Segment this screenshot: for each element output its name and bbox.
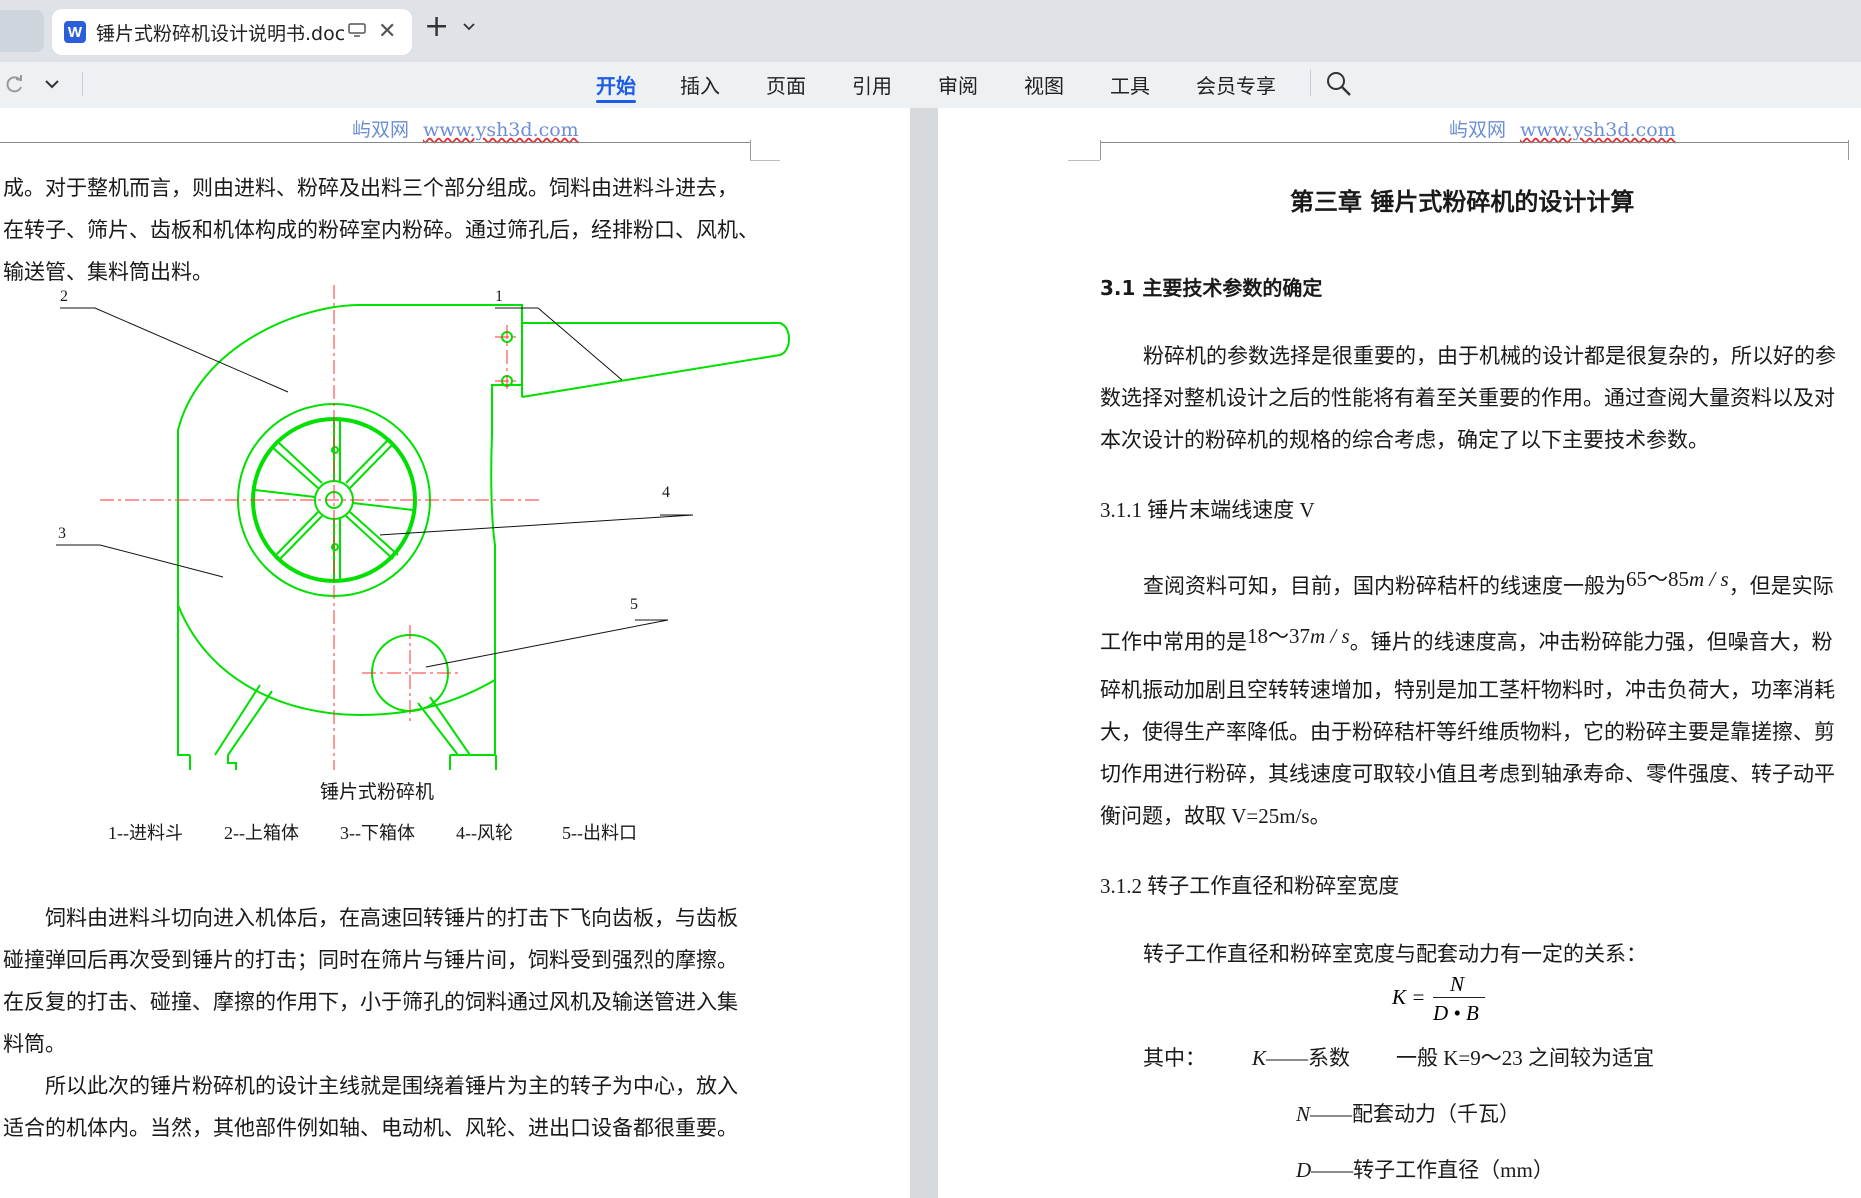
formula-lhs: K =: [1392, 985, 1426, 1009]
body-text: 所以此次的锤片粉碎机的设计主线就是围绕着锤片为主的转子为中心，放入: [45, 1074, 738, 1098]
body-text: 在反复的打击、碰撞、摩擦的作用下，小于筛孔的饲料通过风机及输送管进入集: [3, 990, 738, 1014]
body-text: 粉碎机的参数选择是很重要的，由于机械的设计都是很复杂的，所以好的参: [1143, 344, 1836, 368]
body-text: 大，使得生产率降低。由于粉碎秸杆等纤维质物料，它的粉碎主要是靠搓擦、剪: [1100, 720, 1835, 744]
callout-label: 5: [630, 596, 638, 613]
divider: [82, 72, 83, 96]
ribbon-bar: [0, 62, 1861, 108]
body-text: 工作中常用的是18～37m / s。锤片的线速度高，冲击粉碎能力强，但噪音大，粉: [1100, 624, 1833, 654]
screen-icon[interactable]: [348, 23, 366, 37]
tab-title: 锤片式粉碎机设计说明书.doc: [96, 22, 346, 45]
where-n: N——配套动力（千瓦）: [1296, 1102, 1521, 1126]
section-heading: 3.1.2 转子工作直径和粉碎室宽度: [1100, 874, 1400, 898]
word-doc-icon: W: [64, 21, 86, 43]
body-text: 本次设计的粉碎机的规格的综合考虑，确定了以下主要技术参数。: [1100, 428, 1709, 452]
formula-denominator: D • B: [1433, 1001, 1479, 1025]
section-heading: 3.1.1 锤片末端线速度 V: [1100, 498, 1315, 522]
margin-mark: [750, 140, 751, 160]
active-tab-indicator: [596, 100, 636, 103]
body-text: 在转子、筛片、齿板和机体构成的粉碎室内粉碎。通过筛孔后，经排粉口、风机、: [3, 218, 759, 242]
where-d: D——转子工作直径（mm）: [1296, 1158, 1554, 1182]
body-text: 输送管、集料筒出料。: [3, 260, 213, 284]
previous-tab[interactable]: [0, 10, 44, 52]
where-label: 其中：: [1143, 1046, 1206, 1070]
document-tab[interactable]: W 锤片式粉碎机设计说明书.doc ✕: [52, 9, 412, 55]
body-text: 料筒。: [3, 1032, 66, 1056]
body-text: 转子工作直径和粉碎室宽度与配套动力有一定的关系：: [1143, 942, 1647, 966]
page-header-left: 屿双网 www.ysh3d.com: [352, 119, 579, 141]
callout-label: 2: [60, 288, 68, 305]
chevron-down-icon[interactable]: [462, 20, 476, 34]
figure-legend-item: 5--出料口: [562, 823, 637, 843]
figure-legend-item: 1--进料斗: [108, 823, 183, 843]
body-text: 查阅资料可知，目前，国内粉碎秸杆的线速度一般为65～85m / s，但是实际: [1143, 567, 1834, 598]
body-text: 衡问题，故取 V=25m/s。: [1100, 804, 1331, 828]
callout-label: 1: [495, 288, 503, 305]
close-icon[interactable]: ✕: [378, 19, 396, 44]
menu-tools[interactable]: 工具: [1110, 70, 1150, 99]
margin-mark: [1848, 140, 1849, 160]
body-text: 成。对于整机而言，则由进料、粉碎及出料三个部分组成。饲料由进料斗进去，: [3, 176, 738, 200]
body-text: 数选择对整机设计之后的性能将有着至关重要的作用。通过查阅大量资料以及对: [1100, 386, 1835, 410]
header-line: [0, 142, 750, 143]
callout-label: 4: [662, 484, 670, 501]
figure-legend-item: 4--风轮: [456, 823, 513, 843]
body-text: 适合的机体内。当然，其他部件例如轴、电动机、风轮、进出口设备都很重要。: [3, 1116, 738, 1140]
menu-references[interactable]: 引用: [852, 70, 892, 99]
margin-mark: [1068, 160, 1100, 161]
chapter-title: 第三章 锤片式粉碎机的设计计算: [1290, 188, 1635, 216]
redo-icon[interactable]: [4, 72, 26, 94]
section-heading: 3.1 主要技术参数的确定: [1100, 276, 1323, 300]
where-k: K——系数: [1252, 1046, 1351, 1070]
menu-page[interactable]: 页面: [766, 70, 806, 99]
hammer-mill-drawing: [56, 285, 790, 770]
menu-insert[interactable]: 插入: [680, 70, 720, 99]
search-icon[interactable]: [1325, 70, 1353, 98]
menu-view[interactable]: 视图: [1024, 70, 1064, 99]
quick-access-chevron-down-icon[interactable]: [44, 76, 60, 92]
menu-review[interactable]: 审阅: [938, 70, 978, 99]
body-text: 碎机振动加剧且空转转速增加，特别是加工茎杆物料时，冲击负荷大，功率消耗: [1100, 678, 1835, 702]
figure-legend-item: 3--下箱体: [340, 823, 415, 843]
callout-label: 3: [58, 525, 66, 542]
body-text: 碰撞弹回后再次受到锤片的打击；同时在筛片与锤片间，饲料受到强烈的摩擦。: [3, 948, 738, 972]
menu-home[interactable]: 开始: [596, 70, 636, 99]
body-text: 切作用进行粉碎，其线速度可取较小值且考虑到轴承寿命、零件强度、转子动平: [1100, 762, 1835, 786]
where-k-note: 一般 K=9～23 之间较为适宜: [1396, 1046, 1655, 1070]
menu-member[interactable]: 会员专享: [1196, 70, 1276, 99]
new-tab-plus-icon[interactable]: +: [424, 12, 449, 42]
figure-legend-item: 2--上箱体: [224, 823, 299, 843]
margin-mark: [750, 160, 780, 161]
margin-mark: [1100, 140, 1101, 160]
body-text: 饲料由进料斗切向进入机体后，在高速回转锤片的打击下飞向齿板，与齿板: [45, 906, 738, 930]
figure-caption: 锤片式粉碎机: [320, 782, 435, 803]
divider: [1310, 70, 1311, 96]
header-line: [1100, 142, 1848, 143]
page-header-right: 屿双网 www.ysh3d.com: [1449, 119, 1676, 141]
formula-numerator: N: [1450, 972, 1465, 996]
fraction-bar: [1433, 997, 1485, 998]
